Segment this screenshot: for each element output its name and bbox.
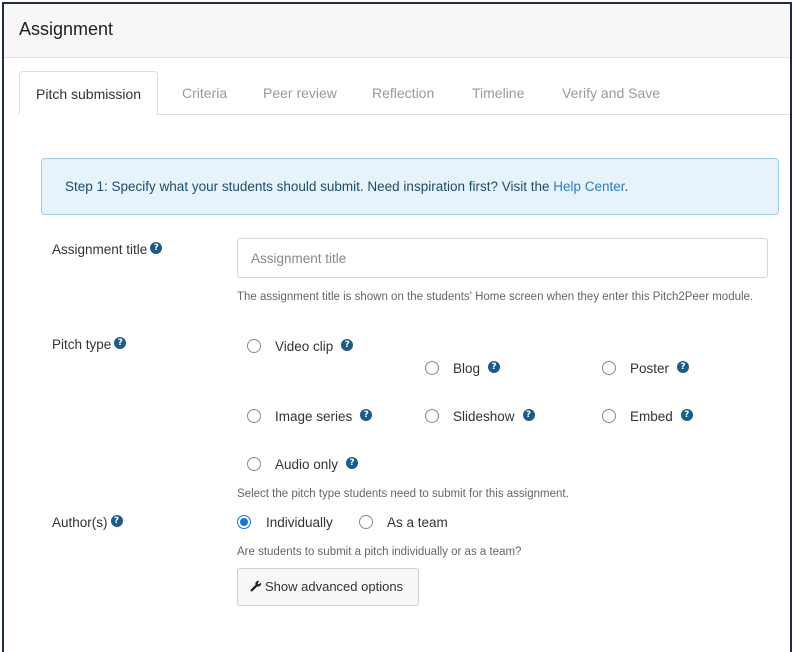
help-icon[interactable]: ? [522, 409, 535, 421]
help-icon[interactable]: ? [150, 242, 163, 254]
option-label: Poster [630, 361, 670, 376]
help-icon[interactable]: ? [341, 339, 354, 351]
info-text: Step 1: Specify what your students shoul… [65, 179, 628, 194]
option-label: Video clip [275, 339, 334, 354]
pitch-type-video-clip[interactable]: Video clip? [247, 339, 354, 354]
pitch-type-hint: Select the pitch type students need to s… [237, 488, 569, 500]
radio-button[interactable] [425, 361, 439, 375]
authors-hint: Are students to submit a pitch individua… [237, 546, 522, 558]
pitch-type-label: Pitch type? [52, 337, 127, 352]
tab-bar: Pitch submission Criteria Peer review Re… [19, 71, 790, 115]
radio-button-checked[interactable] [237, 515, 251, 529]
tab-criteria[interactable]: Criteria [182, 71, 227, 115]
tab-reflection[interactable]: Reflection [372, 71, 434, 115]
pitch-type-label-text: Pitch type [52, 337, 112, 352]
radio-button[interactable] [425, 409, 439, 423]
author-as-a-team[interactable]: As a team [359, 515, 448, 530]
tab-timeline[interactable]: Timeline [472, 71, 524, 115]
assignment-title-hint: The assignment title is shown on the stu… [237, 291, 754, 303]
authors-label-text: Author(s) [52, 515, 108, 530]
info-period: . [624, 179, 629, 194]
assignment-title-label-text: Assignment title [52, 242, 148, 257]
help-icon[interactable]: ? [488, 361, 501, 373]
pitch-type-image-series[interactable]: Image series? [247, 409, 373, 424]
pitch-type-blog[interactable]: Blog? [425, 361, 501, 376]
info-alert: Step 1: Specify what your students shoul… [41, 158, 779, 215]
help-icon[interactable]: ? [114, 337, 127, 349]
help-icon[interactable]: ? [360, 409, 373, 421]
wrench-icon [250, 580, 262, 595]
pitch-type-slideshow[interactable]: Slideshow? [425, 409, 535, 424]
option-label: Audio only [275, 457, 339, 472]
assignment-panel: Assignment Pitch submission Criteria Pee… [2, 2, 792, 652]
option-label: Image series [275, 409, 353, 424]
help-icon[interactable]: ? [346, 457, 359, 469]
author-individually[interactable]: Individually [237, 515, 333, 530]
assignment-title-input[interactable] [237, 238, 768, 278]
tab-peer-review[interactable]: Peer review [263, 71, 337, 115]
pitch-type-embed[interactable]: Embed? [602, 409, 693, 424]
help-icon[interactable]: ? [677, 361, 690, 373]
info-message: Step 1: Specify what your students shoul… [65, 179, 554, 194]
help-icon[interactable]: ? [110, 515, 123, 527]
help-icon[interactable]: ? [680, 409, 693, 421]
page-title: Assignment [19, 19, 114, 39]
radio-button[interactable] [247, 339, 261, 353]
tab-verify-and-save[interactable]: Verify and Save [562, 71, 660, 115]
option-label: Blog [453, 361, 481, 376]
help-center-link[interactable]: Help Center [553, 179, 624, 194]
radio-button[interactable] [602, 409, 616, 423]
option-label: Slideshow [453, 409, 515, 424]
assignment-title-label: Assignment title? [52, 242, 163, 257]
pitch-type-audio-only[interactable]: Audio only? [247, 457, 359, 472]
radio-button[interactable] [247, 409, 261, 423]
radio-button[interactable] [359, 515, 373, 529]
show-advanced-options-button[interactable]: Show advanced options [237, 568, 419, 606]
advanced-button-label: Show advanced options [265, 579, 404, 594]
radio-button[interactable] [247, 457, 261, 471]
radio-button[interactable] [602, 361, 616, 375]
authors-label: Author(s)? [52, 515, 123, 530]
tab-pitch-submission[interactable]: Pitch submission [19, 71, 159, 115]
option-label: Individually [266, 515, 333, 530]
option-label: Embed [630, 409, 673, 424]
option-label: As a team [387, 515, 448, 530]
pitch-type-poster[interactable]: Poster? [602, 361, 690, 376]
panel-header: Assignment [4, 4, 790, 58]
